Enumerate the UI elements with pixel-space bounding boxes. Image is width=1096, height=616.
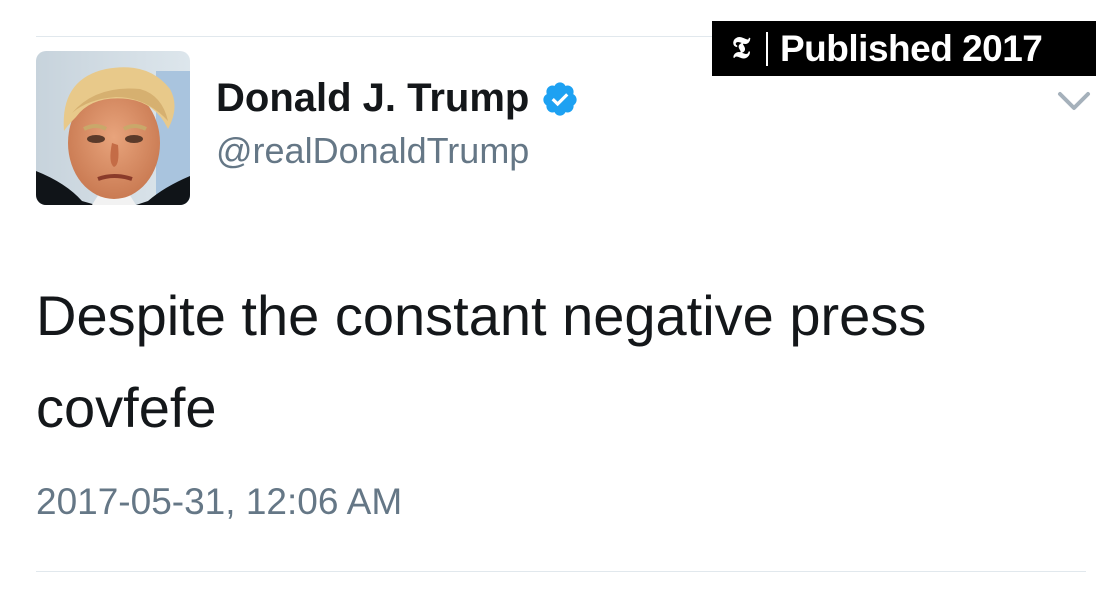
tweet-text-line: Despite the constant negative press [36, 284, 927, 347]
verified-badge-icon [543, 81, 577, 116]
nyt-logo-icon: 𝕿 [731, 30, 751, 66]
tweet-text-line: covfefe [36, 376, 217, 439]
display-name[interactable]: Donald J. Trump [216, 76, 529, 121]
display-name-row[interactable]: Donald J. Trump [216, 76, 579, 121]
tweet-text: Despite the constant negative press covf… [36, 270, 1066, 454]
tweet-timestamp[interactable]: 2017-05-31, 12:06 AM [36, 481, 402, 523]
published-badge: 𝕿 Published 2017 [712, 21, 1096, 76]
badge-separator [766, 31, 768, 66]
chevron-down-icon[interactable] [1056, 88, 1092, 114]
user-handle[interactable]: @realDonaldTrump [216, 130, 529, 172]
avatar[interactable] [36, 51, 190, 205]
published-label: Published 2017 [780, 27, 1043, 69]
bottom-divider [36, 571, 1086, 572]
